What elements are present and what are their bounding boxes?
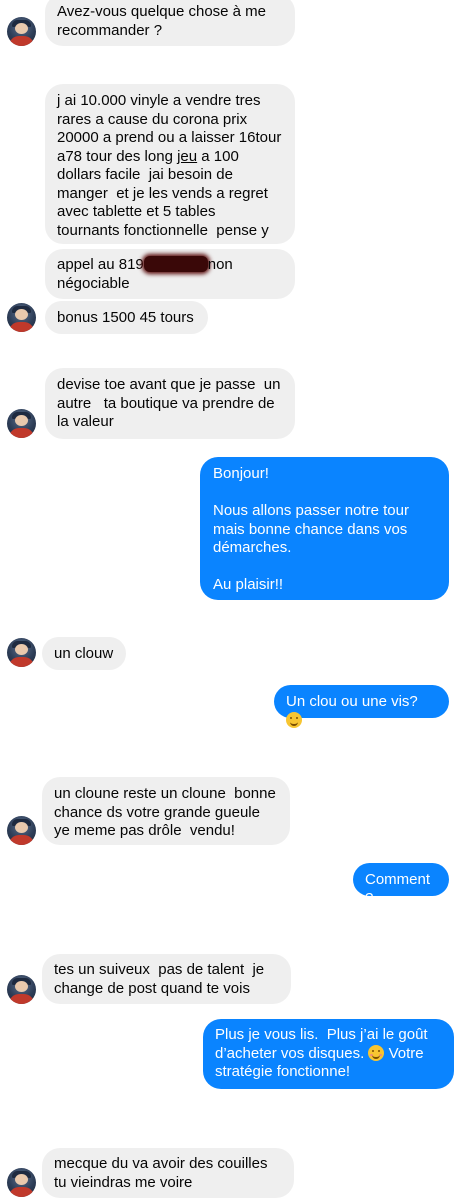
outgoing-message[interactable]: Plus je vous lis. Plus j’ai le goût d’ac… bbox=[203, 1019, 454, 1089]
incoming-message[interactable]: un cloune reste un cloune bonne chance d… bbox=[42, 777, 290, 845]
contact-avatar[interactable] bbox=[7, 638, 36, 667]
message-text: j ai 10.000 vinyle a vendre tres rares a… bbox=[57, 92, 282, 165]
slightly-smiling-face-icon bbox=[286, 711, 302, 728]
contact-avatar[interactable] bbox=[7, 303, 36, 332]
incoming-message[interactable]: devise toe avant que je passe un autre t… bbox=[45, 368, 295, 439]
contact-avatar[interactable] bbox=[7, 816, 36, 845]
incoming-message[interactable]: mecque du va avoir des couilles tu viein… bbox=[42, 1148, 294, 1198]
message-text-underlined: jeu bbox=[177, 147, 198, 165]
message-text: appel au 819 bbox=[57, 256, 144, 273]
incoming-message[interactable]: Avez-vous quelque chose à me recommander… bbox=[45, 0, 295, 46]
contact-avatar[interactable] bbox=[7, 1168, 36, 1197]
contact-avatar[interactable] bbox=[7, 975, 36, 1004]
redacted-phone-number bbox=[143, 256, 208, 272]
incoming-message[interactable]: j ai 10.000 vinyle a vendre tres rares a… bbox=[45, 84, 295, 244]
contact-avatar[interactable] bbox=[7, 409, 36, 438]
incoming-message[interactable]: tes un suiveux pas de talent je change d… bbox=[42, 954, 291, 1004]
incoming-message[interactable]: un clouw bbox=[42, 637, 126, 670]
message-text: Un clou ou une vis? bbox=[286, 693, 418, 710]
smiling-face-with-blush-icon bbox=[368, 1044, 385, 1061]
outgoing-message[interactable]: Bonjour! Nous allons passer notre tour m… bbox=[200, 457, 449, 600]
outgoing-message[interactable]: Comment? bbox=[353, 863, 449, 907]
outgoing-message[interactable]: Un clou ou une vis? bbox=[274, 685, 449, 728]
incoming-message[interactable]: bonus 1500 45 tours bbox=[45, 301, 208, 334]
contact-avatar[interactable] bbox=[7, 17, 36, 46]
incoming-message[interactable]: appel au 819 non négociable bbox=[45, 249, 295, 299]
